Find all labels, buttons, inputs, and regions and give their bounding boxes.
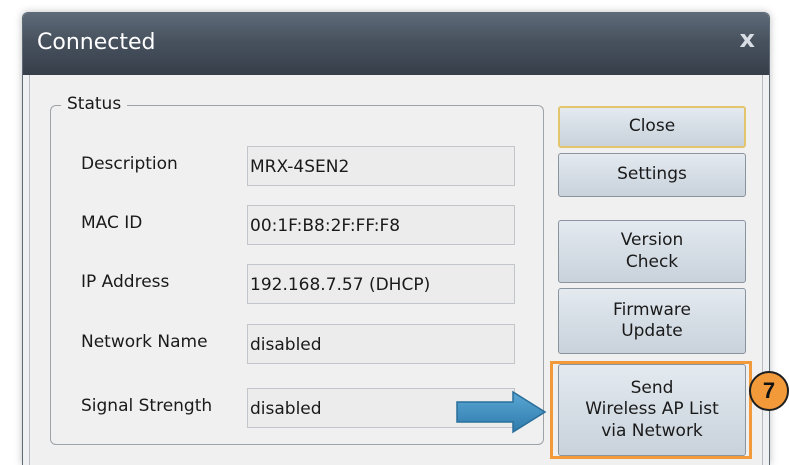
close-window-icon[interactable]: x [740, 25, 755, 53]
mac-id-field: 00:1F:B8:2F:FF:F8 [247, 205, 515, 245]
settings-button[interactable]: Settings [558, 153, 746, 197]
description-field: MRX-4SEN2 [247, 146, 515, 186]
firmware-update-button-label: Firmware Update [613, 299, 691, 341]
firmware-update-button[interactable]: Firmware Update [558, 288, 746, 354]
window-title: Connected [37, 30, 156, 55]
settings-button-label: Settings [617, 164, 687, 185]
version-check-button-label: Version Check [620, 230, 684, 272]
status-legend: Status [61, 94, 128, 114]
title-bar: Connected x [23, 13, 769, 75]
send-wireless-ap-list-button-label: Send Wireless AP List via Network [585, 378, 719, 441]
send-wireless-ap-list-button[interactable]: Send Wireless AP List via Network [558, 364, 746, 456]
ip-address-label: IP Address [81, 272, 170, 292]
signal-strength-label: Signal Strength [81, 396, 213, 416]
connected-dialog: Connected x Status Description MRX-4SEN2… [22, 12, 770, 465]
network-name-field: disabled [247, 324, 515, 364]
close-button[interactable]: Close [558, 106, 746, 148]
network-name-label: Network Name [81, 332, 208, 352]
close-button-label: Close [628, 116, 676, 137]
right-arrow-icon [456, 390, 547, 434]
ip-address-field: 192.168.7.57 (DHCP) [247, 264, 515, 304]
mac-id-label: MAC ID [81, 213, 143, 233]
dialog-content: Status Description MRX-4SEN2 MAC ID 00:1… [29, 75, 763, 465]
description-label: Description [81, 154, 178, 174]
version-check-button[interactable]: Version Check [558, 220, 746, 283]
step-number-badge: 7 [749, 371, 789, 411]
